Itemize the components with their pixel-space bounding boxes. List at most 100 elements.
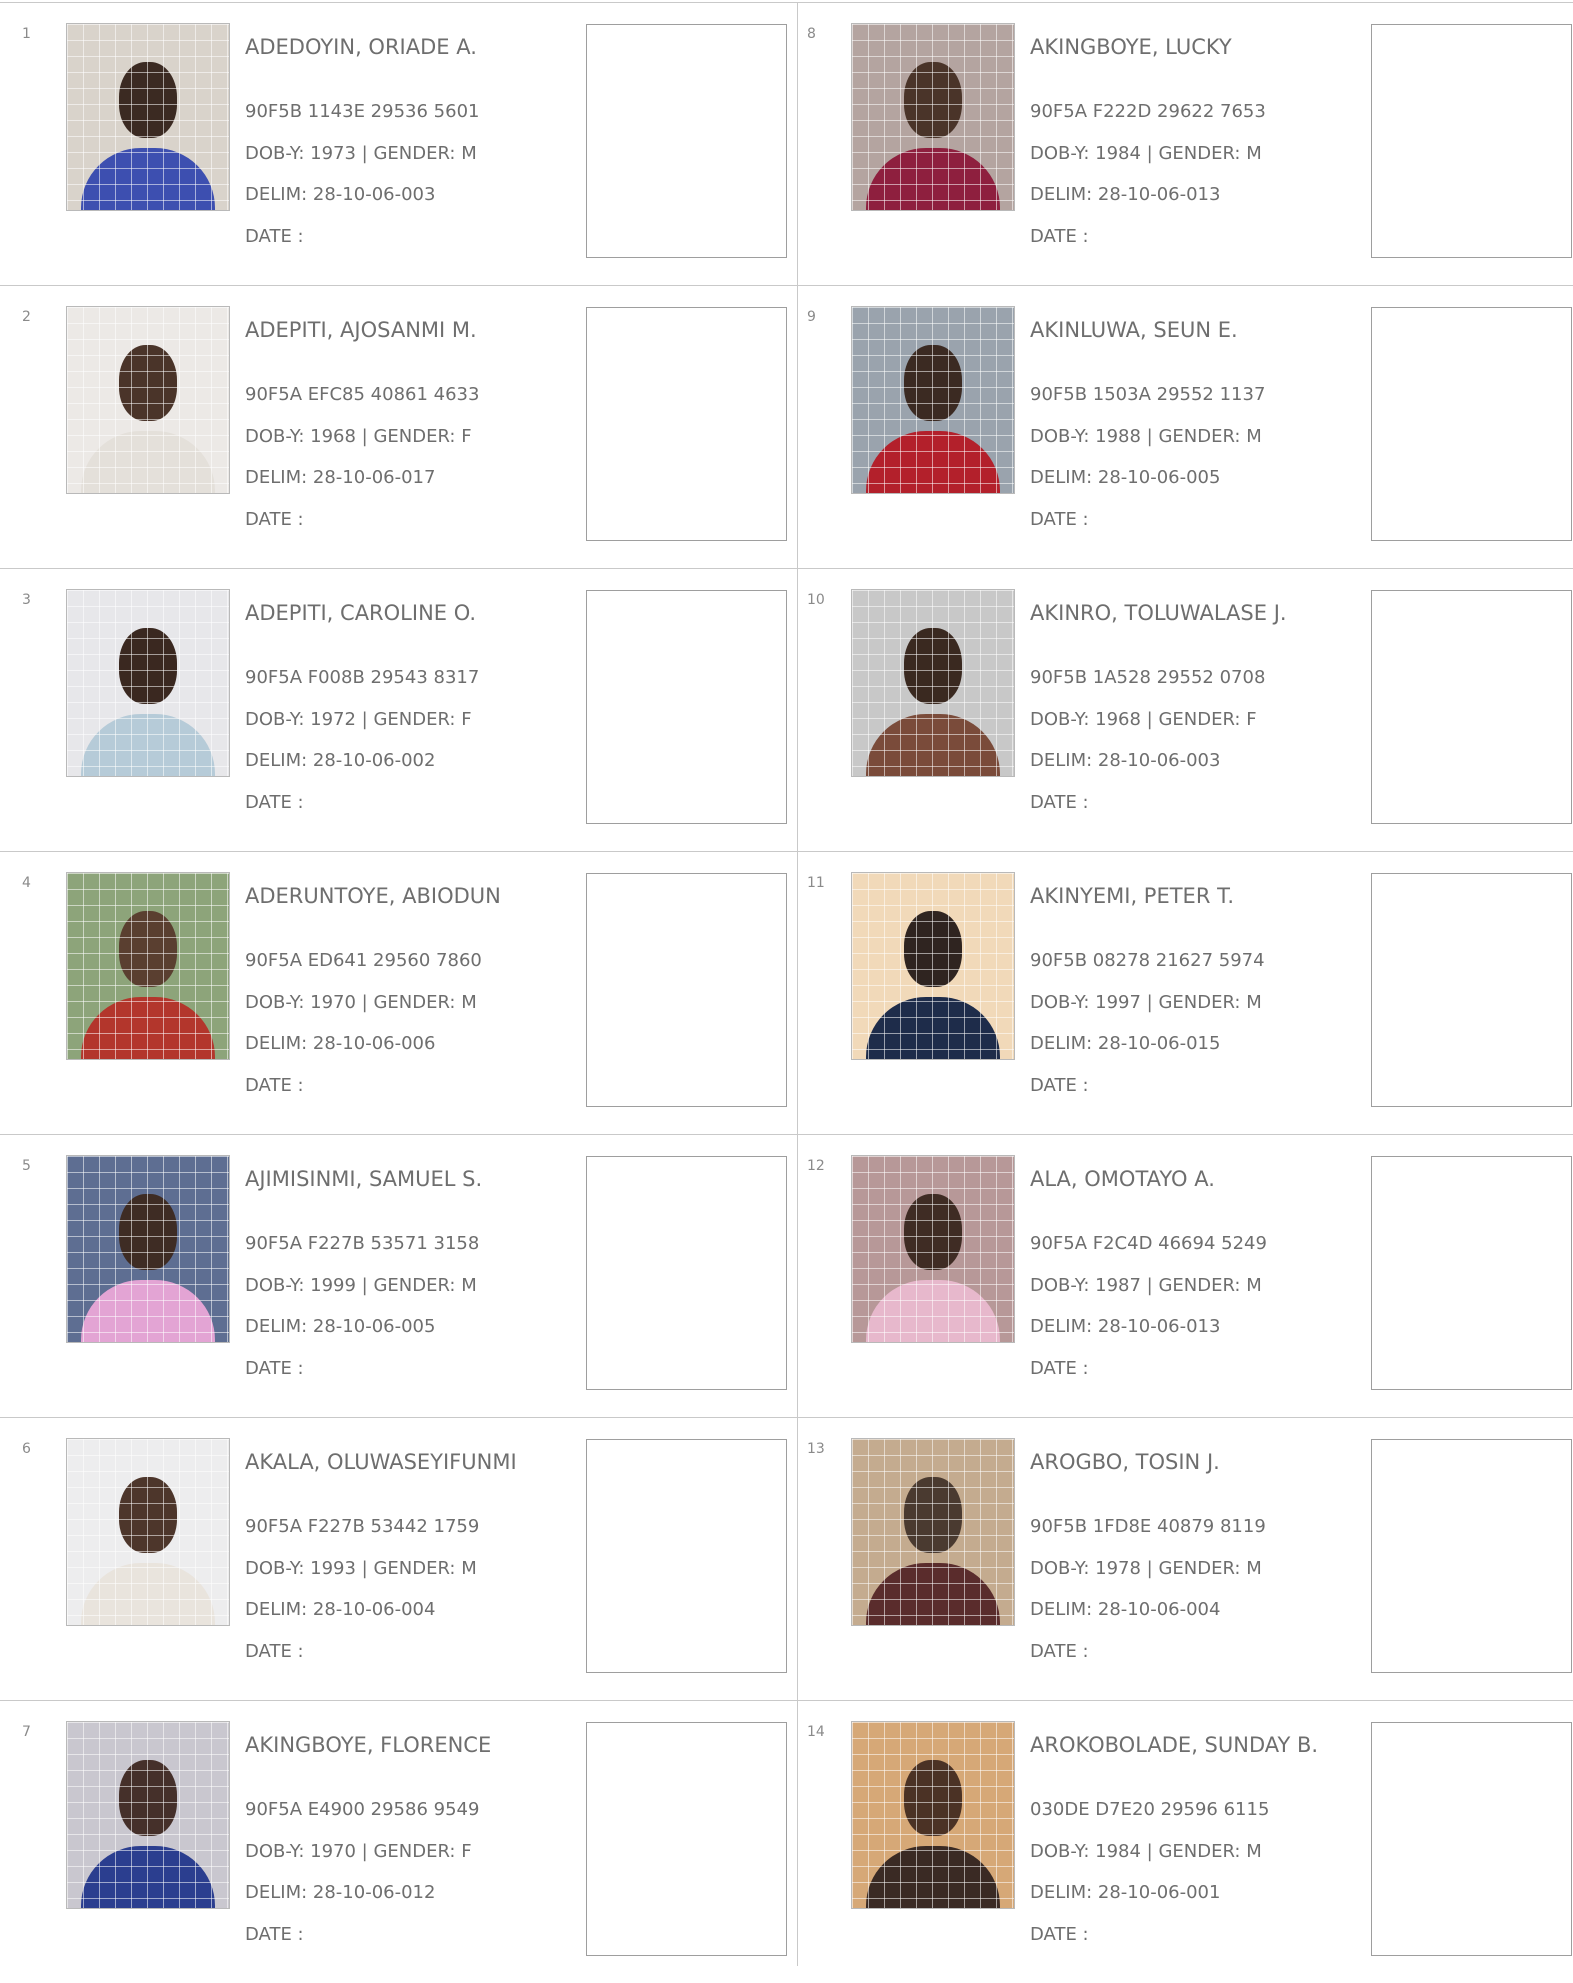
voter-name: AKINLUWA, SEUN E.: [1030, 318, 1238, 342]
gender-label: | GENDER:: [1140, 426, 1247, 447]
voter-name: AJIMISINMI, SAMUEL S.: [245, 1167, 483, 1191]
record-card: 12 ALA, OMOTAYO A. 90F5A F2C4D 46694 5249 D…: [785, 1134, 1572, 1417]
record-index: 9: [807, 309, 816, 325]
voter-name: AKINYEMI, PETER T.: [1030, 884, 1235, 908]
photo-watermark-grid: [852, 1156, 1014, 1342]
gender-label: | GENDER:: [355, 709, 462, 730]
date-label: DATE :: [1030, 1924, 1089, 1945]
voter-photo: [66, 1438, 230, 1626]
voter-name: ALA, OMOTAYO A.: [1030, 1167, 1215, 1191]
gender-value: M: [1246, 1275, 1262, 1296]
signature-box: [1371, 1439, 1572, 1673]
delim-line: DELIM: 28-10-06-012: [245, 1882, 435, 1903]
voter-photo: [851, 23, 1015, 211]
delim-label: DELIM:: [1030, 184, 1098, 205]
photo-watermark-grid: [67, 24, 229, 210]
gender-label: | GENDER:: [1140, 1841, 1247, 1862]
signature-box: [1371, 590, 1572, 824]
dob-gender-line: DOB-Y: 1987 | GENDER: M: [1030, 1275, 1262, 1296]
gender-value: M: [1246, 1558, 1262, 1579]
photo-watermark-grid: [67, 1722, 229, 1908]
signature-box: [1371, 307, 1572, 541]
voter-id: 90F5B 1A528 29552 0708: [1030, 667, 1266, 688]
voter-name: AKINRO, TOLUWALASE J.: [1030, 601, 1287, 625]
delim-label: DELIM:: [1030, 467, 1098, 488]
dob-label: DOB-Y:: [1030, 1275, 1096, 1296]
dob-year: 1984: [1095, 143, 1141, 164]
date-label: DATE :: [1030, 792, 1089, 813]
record-index: 2: [22, 309, 31, 325]
delim-line: DELIM: 28-10-06-005: [1030, 467, 1220, 488]
photo-watermark-grid: [67, 873, 229, 1059]
delim-line: DELIM: 28-10-06-006: [245, 1033, 435, 1054]
dob-label: DOB-Y:: [245, 426, 311, 447]
delim-line: DELIM: 28-10-06-001: [1030, 1882, 1220, 1903]
dob-year: 1968: [1095, 709, 1141, 730]
gender-label: | GENDER:: [355, 992, 462, 1013]
gender-label: | GENDER:: [355, 426, 462, 447]
date-label: DATE :: [245, 1641, 304, 1662]
gender-label: | GENDER:: [355, 143, 462, 164]
voter-name: ADEPITI, AJOSANMI M.: [245, 318, 477, 342]
record-card: 14 AROKOBOLADE, SUNDAY B. 030DE D7E20 2959…: [785, 1700, 1572, 1983]
photo-watermark-grid: [852, 590, 1014, 776]
gender-value: F: [1246, 709, 1257, 730]
delim-label: DELIM:: [1030, 1599, 1098, 1620]
signature-box: [586, 24, 787, 258]
delim-line: DELIM: 28-10-06-004: [1030, 1599, 1220, 1620]
signature-box: [1371, 1722, 1572, 1956]
gender-label: | GENDER:: [1140, 992, 1247, 1013]
voter-id: 90F5A EFC85 40861 4633: [245, 384, 480, 405]
record-index: 6: [22, 1441, 31, 1457]
voter-name: ADERUNTOYE, ABIODUN: [245, 884, 501, 908]
delim-label: DELIM:: [1030, 1316, 1098, 1337]
voter-photo: [66, 1155, 230, 1343]
gender-label: | GENDER:: [1140, 1275, 1247, 1296]
delim-label: DELIM:: [245, 1316, 313, 1337]
dob-label: DOB-Y:: [245, 1841, 311, 1862]
voter-photo: [66, 306, 230, 494]
gender-label: | GENDER:: [1140, 143, 1247, 164]
dob-year: 1988: [1095, 426, 1141, 447]
dob-year: 1970: [310, 992, 356, 1013]
record-card: 10 AKINRO, TOLUWALASE J. 90F5B 1A528 29552…: [785, 568, 1572, 851]
delim-line: DELIM: 28-10-06-003: [245, 184, 435, 205]
voter-register-sheet: 1 ADEDOYIN, ORIADE A. 90F5B 1143E 29536 56…: [0, 0, 1573, 1966]
delim-line: DELIM: 28-10-06-015: [1030, 1033, 1220, 1054]
voter-photo: [66, 23, 230, 211]
delim-label: DELIM:: [245, 467, 313, 488]
gender-value: F: [461, 1841, 472, 1862]
signature-box: [586, 1156, 787, 1390]
signature-box: [586, 307, 787, 541]
dob-gender-line: DOB-Y: 1970 | GENDER: M: [245, 992, 477, 1013]
delim-label: DELIM:: [245, 1033, 313, 1054]
voter-id: 90F5B 08278 21627 5974: [1030, 950, 1265, 971]
record-card: 6 AKALA, OLUWASEYIFUNMI 90F5A F227B 53442 …: [0, 1417, 787, 1700]
dob-label: DOB-Y:: [245, 709, 311, 730]
delim-line: DELIM: 28-10-06-017: [245, 467, 435, 488]
delim-value: 28-10-06-013: [1097, 184, 1221, 205]
record-card: 11 AKINYEMI, PETER T. 90F5B 08278 21627 59…: [785, 851, 1572, 1134]
dob-year: 1984: [1095, 1841, 1141, 1862]
voter-photo: [851, 1155, 1015, 1343]
signature-box: [586, 873, 787, 1107]
delim-label: DELIM:: [245, 1599, 313, 1620]
voter-id: 90F5B 1503A 29552 1137: [1030, 384, 1266, 405]
voter-id: 90F5A E4900 29586 9549: [245, 1799, 480, 1820]
record-card: 7 AKINGBOYE, FLORENCE 90F5A E4900 29586 95…: [0, 1700, 787, 1983]
voter-name: ADEPITI, CAROLINE O.: [245, 601, 477, 625]
date-label: DATE :: [245, 1358, 304, 1379]
dob-year: 1970: [310, 1841, 356, 1862]
photo-watermark-grid: [67, 307, 229, 493]
gender-value: M: [461, 143, 477, 164]
voter-name: AKINGBOYE, LUCKY: [1030, 35, 1232, 59]
gender-label: | GENDER:: [1140, 709, 1247, 730]
delim-label: DELIM:: [245, 750, 313, 771]
dob-gender-line: DOB-Y: 1970 | GENDER: F: [245, 1841, 472, 1862]
voter-photo: [851, 589, 1015, 777]
record-index: 13: [807, 1441, 825, 1457]
signature-box: [1371, 873, 1572, 1107]
gender-label: | GENDER:: [355, 1841, 462, 1862]
delim-value: 28-10-06-003: [1097, 750, 1221, 771]
record-index: 12: [807, 1158, 825, 1174]
